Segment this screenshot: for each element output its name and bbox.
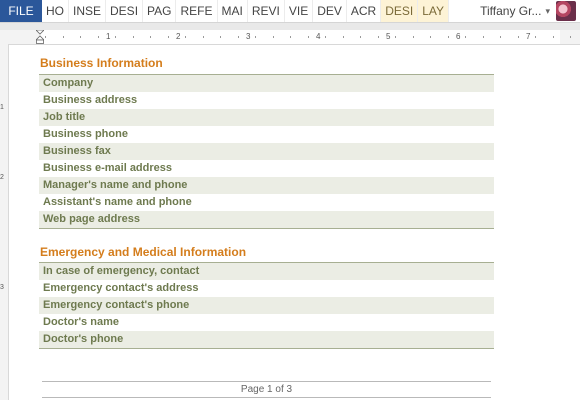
chevron-down-icon: ▾ (545, 5, 550, 16)
footer-divider (42, 397, 491, 398)
table-row: Business phone (39, 126, 494, 143)
ruler-tick (325, 36, 326, 38)
ruler-tick (465, 36, 466, 38)
ruler-number: 2 (176, 32, 181, 41)
ruler-tick (360, 36, 361, 38)
emergency-info-table: In case of emergency, contact Emergency … (39, 262, 494, 349)
tab-page-layout[interactable]: PAG (143, 0, 177, 22)
table-row: In case of emergency, contact (39, 262, 494, 280)
ruler-tick (150, 36, 151, 38)
table-cell[interactable]: Web page address (39, 211, 494, 229)
table-cell[interactable]: In case of emergency, contact (39, 262, 494, 280)
table-row: Company (39, 74, 494, 92)
emergency-section-title: Emergency and Medical Information (40, 245, 247, 259)
table-cell[interactable]: Business address (39, 92, 494, 109)
ruler-tick (307, 36, 309, 38)
ruler-tick (167, 36, 169, 38)
table-row: Business address (39, 92, 494, 109)
table-row: Emergency contact's address (39, 280, 494, 297)
table-row: Business fax (39, 143, 494, 160)
footer-divider (42, 381, 491, 382)
ruler-number: 1 (106, 32, 111, 41)
ruler-tick (395, 36, 396, 38)
table-row: Emergency contact's phone (39, 297, 494, 314)
ruler-tick (45, 36, 46, 38)
tab-table-design[interactable]: DESI (381, 0, 419, 22)
ruler-tick (202, 36, 204, 38)
tab-acrobat[interactable]: ACR (347, 0, 382, 22)
ruler-tick (255, 36, 256, 38)
user-name: Tiffany Gr... (480, 4, 542, 18)
vertical-ruler[interactable]: 1 2 3 (0, 44, 9, 400)
avatar (556, 1, 576, 21)
tab-mailings[interactable]: MAI (218, 0, 248, 22)
business-info-table: Company Business address Job title Busin… (39, 74, 494, 229)
table-cell[interactable]: Emergency contact's address (39, 280, 494, 297)
tab-references[interactable]: REFE (176, 0, 218, 22)
tab-review[interactable]: REVI (248, 0, 285, 22)
ruler-tick (272, 36, 274, 38)
ruler-tick (500, 36, 501, 38)
ruler-tick (115, 36, 116, 38)
table-row: Doctor's name (39, 314, 494, 331)
ruler-tick (482, 36, 484, 38)
ruler-number: 6 (456, 32, 461, 41)
ruler-number: 7 (526, 32, 531, 41)
user-account[interactable]: Tiffany Gr... ▾ (480, 0, 580, 22)
ruler-tick (290, 36, 291, 38)
tab-insert[interactable]: INSE (69, 0, 107, 22)
table-cell[interactable]: Business phone (39, 126, 494, 143)
table-cell[interactable]: Doctor's phone (39, 331, 494, 349)
tab-design[interactable]: DESI (106, 0, 144, 22)
document-page[interactable]: Business Information Company Business ad… (9, 45, 580, 400)
ruler-number: 3 (0, 284, 4, 291)
ruler-tick (132, 36, 134, 38)
ruler-number: 1 (0, 104, 4, 111)
business-section-title: Business Information (40, 56, 163, 70)
table-cell[interactable]: Business e-mail address (39, 160, 494, 177)
ruler-tick (342, 36, 344, 38)
ruler-tick (80, 36, 81, 38)
table-row: Web page address (39, 211, 494, 229)
ruler-tick (62, 36, 64, 38)
tab-developer[interactable]: DEV (313, 0, 347, 22)
table-row: Doctor's phone (39, 331, 494, 349)
table-cell[interactable]: Business fax (39, 143, 494, 160)
table-cell[interactable]: Job title (39, 109, 494, 126)
file-tab[interactable]: FILE (0, 0, 42, 22)
ruler-tick (552, 36, 554, 38)
page-number-footer: Page 1 of 3 (240, 384, 293, 395)
ruler-tick (220, 36, 221, 38)
tab-table-layout[interactable]: LAY (418, 0, 450, 22)
table-row: Assistant's name and phone (39, 194, 494, 211)
table-row: Job title (39, 109, 494, 126)
ruler-tick (237, 36, 239, 38)
ruler-number: 5 (386, 32, 391, 41)
ruler-tick (570, 36, 571, 38)
table-cell[interactable]: Emergency contact's phone (39, 297, 494, 314)
ruler-tick (185, 36, 186, 38)
ruler-tick (517, 36, 519, 38)
table-row: Manager's name and phone (39, 177, 494, 194)
tab-view[interactable]: VIE (285, 0, 314, 22)
ruler-tick (535, 36, 536, 38)
table-row: Business e-mail address (39, 160, 494, 177)
table-cell[interactable]: Assistant's name and phone (39, 194, 494, 211)
table-cell[interactable]: Company (39, 74, 494, 92)
table-cell[interactable]: Doctor's name (39, 314, 494, 331)
ruler-tick (97, 36, 99, 38)
table-cell[interactable]: Manager's name and phone (39, 177, 494, 194)
ruler-tick (447, 36, 449, 38)
ruler-number: 2 (0, 174, 4, 181)
ruler-tick (430, 36, 431, 38)
ribbon-tab-bar: FILE HO INSE DESI PAG REFE MAI REVI VIE … (0, 0, 580, 23)
ruler-tick (412, 36, 414, 38)
ruler-number: 3 (246, 32, 251, 41)
indent-marker-icon[interactable] (36, 30, 44, 44)
ruler-tick (377, 36, 379, 38)
horizontal-ruler[interactable]: 1 2 3 4 5 6 7 (0, 30, 580, 45)
ruler-number: 4 (316, 32, 321, 41)
tab-home[interactable]: HO (42, 0, 69, 22)
